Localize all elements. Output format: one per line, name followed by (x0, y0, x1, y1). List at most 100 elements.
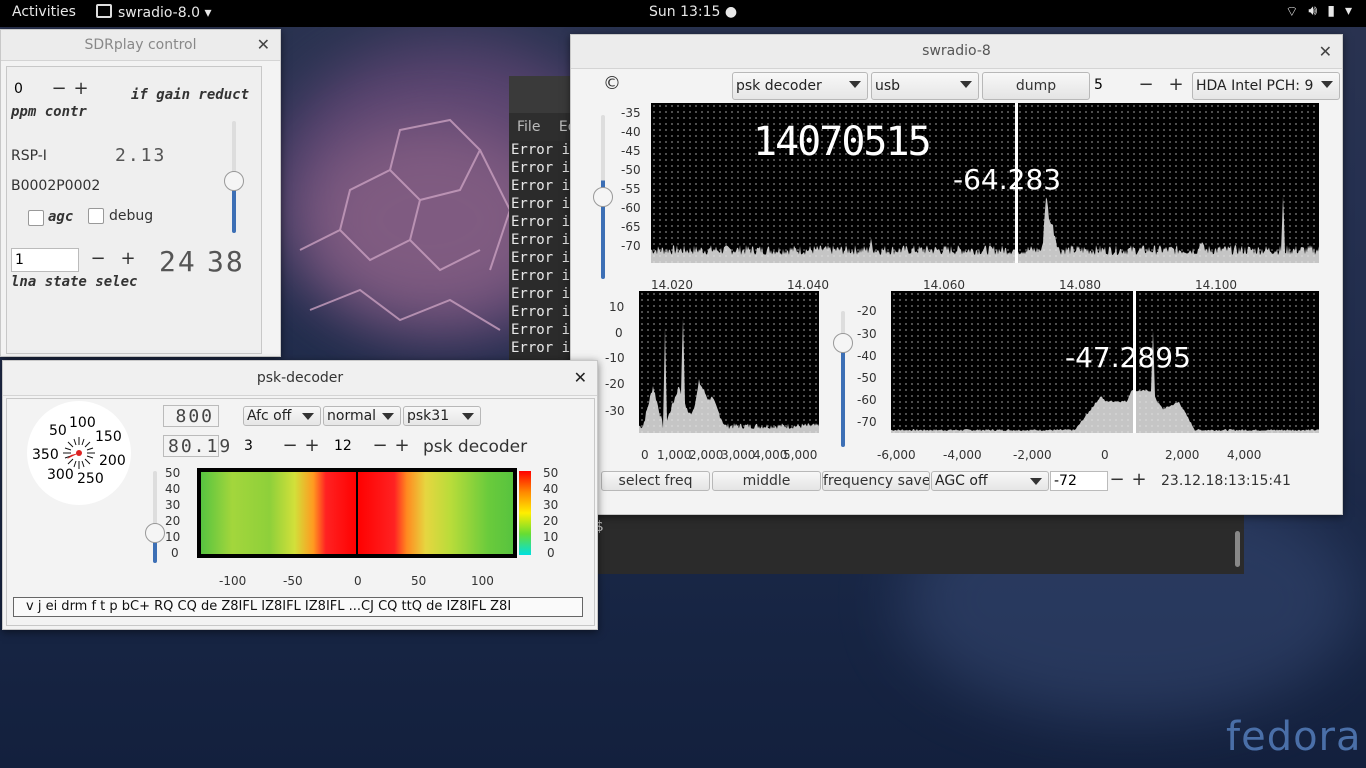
squelch-spinbox[interactable]: 3 − + (241, 436, 323, 458)
ppm-decrement-button[interactable]: − (49, 78, 69, 102)
y-tick-label: 10 (543, 530, 559, 544)
battery-icon: ▮ (1327, 3, 1335, 19)
psk-titlebar: psk-decoder ✕ (3, 361, 597, 396)
psk-decoder-window: psk-decoder ✕ 50 100 150 200 250 300 350 (2, 360, 598, 630)
app-menu[interactable]: swradio-8.0 ▾ (96, 4, 211, 21)
slider-knob[interactable] (833, 333, 853, 353)
system-tray[interactable]: ⌔ 🔊︎ ▮ ▾ (1285, 3, 1352, 21)
agc-threshold-value[interactable]: -72 (1050, 471, 1108, 491)
if-gain-label: if gain reduct (131, 87, 250, 103)
clock-label: Sun 13:15 (649, 4, 721, 20)
decrement-button[interactable]: − (279, 436, 301, 458)
y-tick-label: 30 (165, 498, 181, 512)
tuning-marker[interactable] (1015, 103, 1018, 263)
activities-button[interactable]: Activities (12, 4, 76, 20)
ppm-value[interactable]: 0 (11, 78, 43, 102)
filter-value[interactable]: 12 (331, 436, 371, 458)
value-spinbox[interactable]: 5 − + (1091, 72, 1191, 100)
y-tick-label: 30 (543, 498, 559, 512)
select-freq-button[interactable]: select freq (601, 471, 710, 491)
filter-spinbox[interactable]: 12 − + (331, 436, 413, 458)
soundcard-select[interactable]: HDA Intel PCH: 9 (1192, 72, 1340, 100)
y-tick-label: 40 (165, 482, 181, 496)
y-tick-label: -45 (621, 144, 641, 158)
dump-button[interactable]: dump (982, 72, 1090, 100)
dial-label: 50 (49, 423, 67, 439)
y-tick-label: -60 (621, 201, 641, 215)
decrement-button[interactable]: − (369, 436, 391, 458)
waterfall-plot[interactable] (197, 468, 517, 558)
x-tick-label: 0 (354, 574, 362, 588)
ppm-increment-button[interactable]: + (71, 78, 91, 102)
middle-button[interactable]: middle (712, 471, 821, 491)
slider-knob[interactable] (593, 187, 613, 207)
mode-select[interactable]: usb (871, 72, 979, 100)
lna-label: lna state selec (11, 274, 138, 290)
x-tick-label: 2,000 (689, 448, 724, 462)
spectrum-fill (651, 196, 1319, 263)
agc-threshold-spinbox[interactable]: -72 − + (1050, 471, 1152, 491)
lna-decrement-button[interactable]: − (83, 248, 113, 272)
main-level-readout: -64.283 (953, 163, 1062, 196)
afc-select[interactable]: Afc off (243, 406, 321, 426)
ppm-spinbox[interactable]: 0 − + (11, 78, 91, 102)
lna-value[interactable]: 1 (11, 248, 79, 272)
agc-checkbox[interactable] (28, 210, 44, 226)
baseband-marker[interactable] (1133, 291, 1136, 433)
dial-label: 250 (77, 471, 104, 487)
sdrplay-titlebar: SDRplay control ✕ (1, 30, 280, 61)
psk-type-select[interactable]: psk31 (403, 406, 481, 426)
decoder-select[interactable]: psk decoder (732, 72, 868, 100)
frequency-save-button[interactable]: frequency save (822, 471, 930, 491)
increment-button[interactable]: + (391, 436, 413, 458)
chevron-down-icon: ▾ (1344, 3, 1352, 19)
lna-increment-button[interactable]: + (113, 248, 143, 272)
gain-display-a: 24 (159, 245, 197, 278)
psk-mode-select[interactable]: normal (323, 406, 401, 426)
chevron-down-icon (1030, 478, 1042, 485)
decrement-button[interactable]: − (1106, 471, 1128, 491)
increment-button[interactable]: + (1128, 471, 1150, 491)
x-tick-label: 14.020 (651, 278, 693, 292)
sdrplay-panel: 0 − + ppm contr if gain reduct RSP-I 2.1… (6, 66, 262, 354)
speed-display: 80.19 (163, 435, 230, 457)
lna-spinbox[interactable]: 1 − + (11, 248, 141, 272)
agc-label: agc (48, 209, 74, 225)
waterfall-slider[interactable] (145, 471, 165, 563)
decrement-button[interactable]: − (1131, 72, 1161, 100)
slider-knob[interactable] (145, 523, 165, 543)
psk-type-select-value: psk31 (407, 408, 450, 424)
frequency-dial[interactable]: 50 100 150 200 250 300 350 (27, 401, 131, 505)
terminal-scrollbar[interactable] (1235, 531, 1240, 567)
squelch-value[interactable]: 3 (241, 436, 281, 458)
close-icon[interactable]: ✕ (574, 361, 587, 395)
agc-select[interactable]: AGC off (931, 471, 1049, 491)
y-tick-label: -50 (621, 163, 641, 177)
right-scope-slider[interactable] (833, 311, 853, 447)
baseband-spectrum-plot[interactable]: -47.2895 (891, 291, 1319, 433)
y-tick-label: -40 (857, 349, 877, 363)
clock[interactable]: Sun 13:15 ● (649, 4, 737, 20)
main-spectrum-plot[interactable]: 14070515 -64.283 (651, 103, 1319, 263)
spin-value[interactable]: 5 (1091, 72, 1129, 100)
y-tick-label: -55 (621, 182, 641, 196)
y-tick-label: 0 (547, 546, 555, 560)
debug-checkbox[interactable] (88, 208, 104, 224)
dial-label: 300 (47, 467, 74, 483)
y-tick-label: 0 (171, 546, 179, 560)
increment-button[interactable]: + (1161, 72, 1191, 100)
waterfall-center-line (356, 468, 358, 558)
main-scope-slider[interactable] (593, 115, 613, 279)
audio-spectrum-plot[interactable] (639, 291, 819, 433)
close-icon[interactable]: ✕ (257, 30, 270, 60)
increment-button[interactable]: + (301, 436, 323, 458)
fedora-logo: fedora (1226, 714, 1362, 760)
slider-knob[interactable] (224, 171, 244, 191)
y-tick-label: -70 (857, 415, 877, 429)
menu-file[interactable]: File (517, 119, 540, 135)
x-tick-label: 50 (411, 574, 427, 588)
if-gain-slider[interactable] (224, 121, 244, 233)
close-icon[interactable]: ✕ (1319, 35, 1332, 68)
decoded-text-box[interactable]: v j ei drm f t p bC+ RQ CQ de Z8IFL IZ8I… (13, 597, 583, 617)
decoded-text: v j ei drm f t p bC+ RQ CQ de Z8IFL IZ8I… (26, 599, 512, 614)
